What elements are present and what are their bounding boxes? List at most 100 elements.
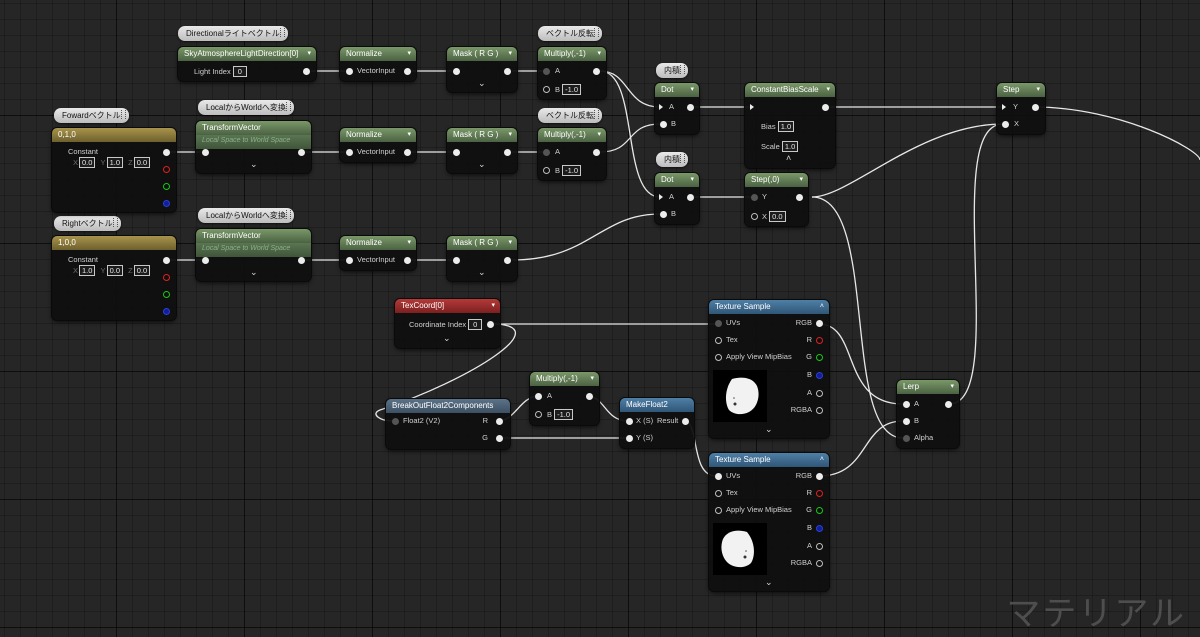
output-pin[interactable] — [593, 149, 600, 156]
output-pin-g[interactable] — [163, 291, 170, 298]
comment-local-world-2[interactable]: LocalからWorldへ変換 — [198, 208, 294, 223]
input-pin-uvs[interactable] — [715, 320, 722, 327]
x-field[interactable]: 0.0 — [79, 157, 96, 168]
input-pin-a[interactable] — [543, 149, 550, 156]
output-pin-g[interactable] — [816, 507, 823, 514]
node-dot-1[interactable]: Dot ▾ A B — [655, 83, 699, 134]
node-mask-1[interactable]: Mask ( R G ) ▾ ⌄ — [447, 47, 517, 92]
output-pin[interactable] — [404, 68, 411, 75]
output-pin[interactable] — [593, 68, 600, 75]
chevron-down-icon[interactable]: ▾ — [508, 236, 512, 250]
output-pin-g[interactable] — [163, 183, 170, 190]
node-lerp[interactable]: Lerp ▾ A B Alpha — [897, 380, 959, 448]
input-pin-b[interactable] — [543, 167, 550, 174]
output-pin[interactable] — [796, 194, 803, 201]
output-pin[interactable] — [487, 321, 494, 328]
output-pin[interactable] — [822, 104, 829, 111]
input-pin-a[interactable] — [535, 393, 542, 400]
input-pin-alpha[interactable] — [903, 435, 910, 442]
output-pin-b[interactable] — [816, 525, 823, 532]
node-mask-2[interactable]: Mask ( R G ) ▾ ⌄ — [447, 128, 517, 173]
input-pin-x[interactable] — [626, 418, 633, 425]
output-pin-g[interactable] — [496, 435, 503, 442]
node-multiply-3[interactable]: Multiply(,-1) ▾ A B -1.0 — [530, 372, 599, 425]
coordinate-index-field[interactable]: 0 — [468, 319, 483, 330]
chevron-down-icon[interactable]: ▾ — [690, 83, 694, 97]
input-pin[interactable] — [346, 257, 353, 264]
chevron-down-icon[interactable]: ▾ — [799, 173, 803, 187]
output-pin[interactable] — [586, 393, 593, 400]
comment-invert-1[interactable]: ベクトル反転 — [538, 26, 602, 41]
output-pin[interactable] — [303, 68, 310, 75]
input-pin-b[interactable] — [543, 86, 550, 93]
b-value-field[interactable]: -1.0 — [554, 409, 574, 420]
z-field[interactable]: 0.0 — [133, 157, 151, 168]
output-pin[interactable] — [945, 401, 952, 408]
node-mask-3[interactable]: Mask ( R G ) ▾ ⌄ — [447, 236, 517, 281]
node-constant-right[interactable]: 1,0,0 Constant X 1.0 Y 0.0 Z 0.0 — [52, 236, 176, 320]
chevron-down-icon[interactable]: ▾ — [690, 173, 694, 187]
chevron-down-icon[interactable]: ▾ — [950, 380, 954, 394]
output-pin-b[interactable] — [163, 308, 170, 315]
collapse-chevron-icon[interactable]: ˄ — [820, 300, 824, 314]
collapse-chevron-icon[interactable]: ˄ — [820, 453, 824, 467]
expand-chevron-icon[interactable]: ⌄ — [478, 159, 486, 170]
output-pin-r[interactable] — [163, 166, 170, 173]
node-multiply-2[interactable]: Multiply(,-1) ▾ A B -1.0 — [538, 128, 606, 180]
b-value-field[interactable]: -1.0 — [562, 84, 582, 95]
chevron-down-icon[interactable]: ▾ — [407, 47, 411, 61]
expand-chevron-icon[interactable]: ⌄ — [765, 424, 773, 435]
y-field[interactable]: 1.0 — [106, 157, 123, 168]
output-pin-g[interactable] — [816, 354, 823, 361]
bias-field[interactable]: 1.0 — [777, 121, 795, 132]
node-make-float2[interactable]: MakeFloat2 X (S) Result Y (S) — [620, 398, 694, 448]
node-constant-bias-scale[interactable]: ConstantBiasScale ▾ Bias 1.0 Scale 1.0 ˄ — [745, 83, 835, 168]
node-sky-light-direction[interactable]: SkyAtmosphereLightDirection[0] ▾ Light In… — [178, 47, 316, 81]
comment-forward[interactable]: Fowardベクトル — [54, 108, 129, 123]
chevron-down-icon[interactable]: ▾ — [1036, 83, 1040, 97]
chevron-down-icon[interactable]: ▾ — [508, 47, 512, 61]
input-pin[interactable] — [750, 104, 754, 110]
input-pin-a[interactable] — [659, 104, 663, 110]
input-pin-b[interactable] — [660, 121, 667, 128]
output-pin-r[interactable] — [163, 274, 170, 281]
input-pin-x[interactable] — [751, 213, 758, 220]
input-pin-tex[interactable] — [715, 490, 722, 497]
comment-invert-2[interactable]: ベクトル反転 — [538, 108, 602, 123]
expand-chevron-icon[interactable]: ⌄ — [250, 159, 258, 170]
input-pin-a[interactable] — [543, 68, 550, 75]
chevron-down-icon[interactable]: ▾ — [307, 47, 311, 61]
input-pin-y[interactable] — [1002, 104, 1006, 110]
input-pin[interactable] — [453, 68, 460, 75]
node-constant-forward[interactable]: 0,1,0 Constant X 0.0 Y 1.0 Z 0.0 — [52, 128, 176, 212]
output-pin-a[interactable] — [816, 543, 823, 550]
input-pin-tex[interactable] — [715, 337, 722, 344]
chevron-down-icon[interactable]: ▾ — [407, 128, 411, 142]
input-pin-float2[interactable] — [392, 418, 399, 425]
input-pin-y[interactable] — [626, 435, 633, 442]
output-pin[interactable] — [298, 257, 305, 264]
node-step-0[interactable]: Step(,0) ▾ Y X 0.0 — [745, 173, 808, 226]
output-pin-rgba[interactable] — [816, 407, 823, 414]
chevron-down-icon[interactable]: ▾ — [407, 236, 411, 250]
comment-right[interactable]: Rightベクトル — [54, 216, 121, 231]
input-pin-a[interactable] — [903, 401, 910, 408]
output-pin[interactable] — [504, 257, 511, 264]
chevron-down-icon[interactable]: ▾ — [491, 299, 495, 313]
output-pin-b[interactable] — [163, 200, 170, 207]
output-pin-rgba[interactable] — [816, 560, 823, 567]
output-pin-rgb[interactable] — [816, 320, 823, 327]
output-pin-r[interactable] — [816, 490, 823, 497]
chevron-down-icon[interactable]: ▾ — [508, 128, 512, 142]
input-pin[interactable] — [346, 68, 353, 75]
z-field[interactable]: 0.0 — [133, 265, 151, 276]
output-pin[interactable] — [404, 257, 411, 264]
output-pin-b[interactable] — [816, 372, 823, 379]
comment-dir-light[interactable]: Directionalライトベクトル — [178, 26, 288, 41]
node-texcoord[interactable]: TexCoord[0] ▾ Coordinate Index 0 ⌄ — [395, 299, 500, 348]
input-pin[interactable] — [453, 257, 460, 264]
input-pin-x[interactable] — [1002, 121, 1009, 128]
b-value-field[interactable]: -1.0 — [562, 165, 582, 176]
output-pin[interactable] — [298, 149, 305, 156]
chevron-down-icon[interactable]: ▾ — [597, 128, 601, 142]
